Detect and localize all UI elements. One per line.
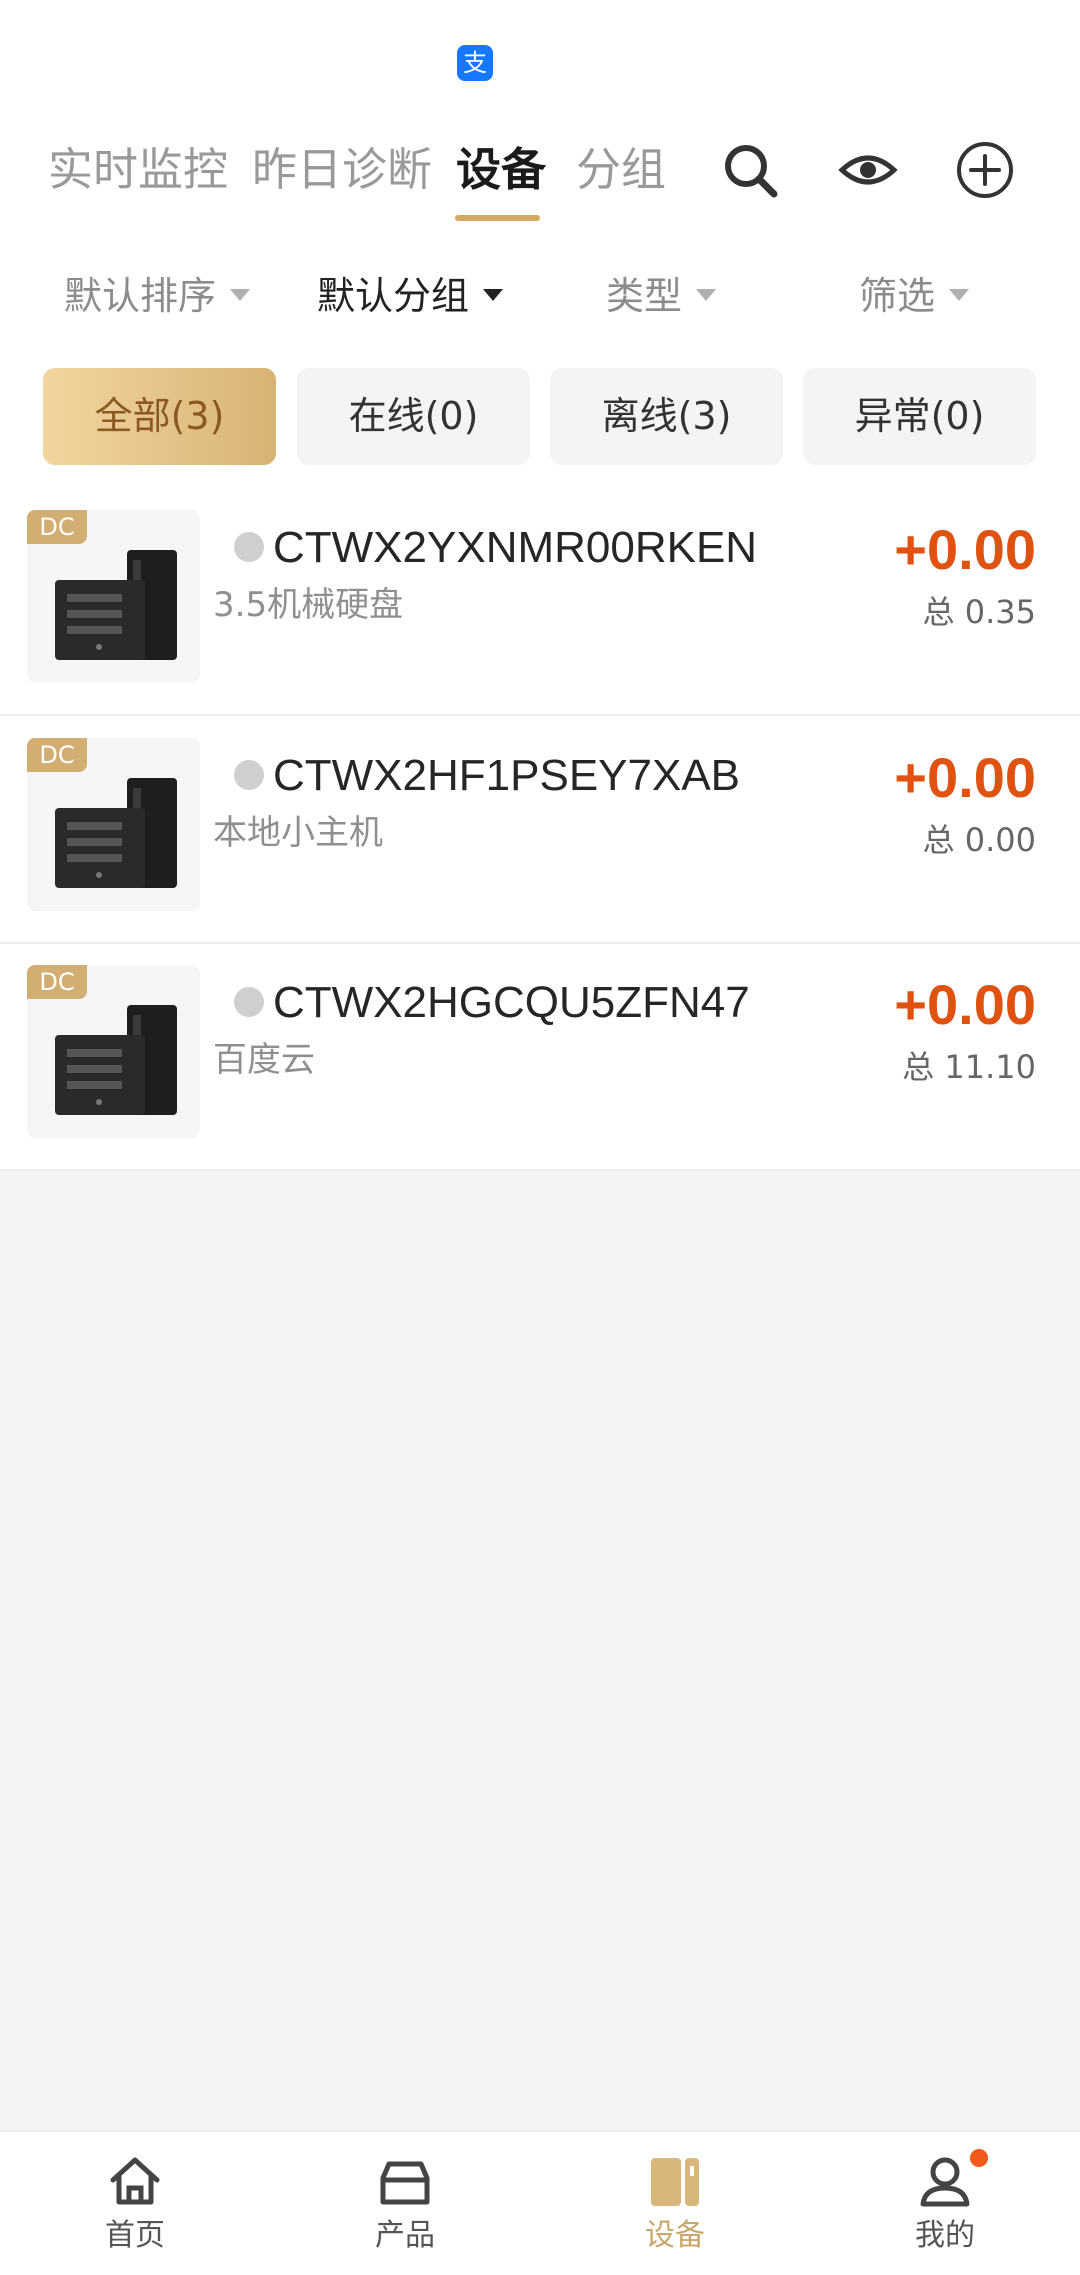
nav-home[interactable]: 首页 — [0, 2132, 270, 2275]
divider — [0, 714, 1080, 716]
device-row[interactable]: DC CTWX2HGCQU5ZFN47 百度云 +0.00 总 11.10 — [0, 945, 1080, 1171]
device-gain: +0.00 — [894, 973, 1036, 1036]
tab-yesterday-diagnosis[interactable]: 昨日诊断 — [252, 140, 432, 200]
active-tab-underline — [455, 215, 540, 221]
chevron-down-icon — [483, 288, 504, 301]
chevron-down-icon — [949, 288, 970, 301]
tab-groups[interactable]: 分组 — [576, 140, 666, 200]
offline-status-dot — [234, 532, 264, 562]
chevron-down-icon — [696, 288, 717, 301]
sort-type[interactable]: 类型 — [606, 268, 717, 324]
offline-status-dot — [234, 760, 264, 790]
sort-default-order[interactable]: 默认排序 — [64, 268, 251, 324]
device-subtitle: 本地小主机 — [213, 813, 383, 853]
offline-status-dot — [234, 987, 264, 1017]
dc-badge: DC — [27, 965, 87, 999]
sort-label: 默认排序 — [64, 274, 217, 318]
dc-badge: DC — [27, 738, 87, 772]
device-gain: +0.00 — [894, 746, 1036, 809]
divider — [0, 942, 1080, 944]
nav-label: 我的 — [915, 2218, 975, 2253]
device-name: CTWX2HGCQU5ZFN47 — [273, 978, 750, 1027]
divider — [0, 1169, 1080, 1171]
content-area: 支 实时监控 昨日诊断 设备 分组 默认排序 默认分组 类型 筛选 全部(3) … — [0, 0, 1080, 1171]
notification-dot — [970, 2149, 988, 2167]
nav-products[interactable]: 产品 — [270, 2132, 540, 2275]
chip-offline[interactable]: 离线(3) — [550, 368, 783, 465]
box-icon — [380, 2161, 430, 2205]
sort-label: 默认分组 — [317, 274, 470, 318]
add-circle-icon[interactable] — [955, 140, 1015, 200]
device-name: CTWX2HF1PSEY7XAB — [273, 751, 741, 800]
device-total: 总 11.10 — [902, 1048, 1036, 1086]
dc-badge: DC — [27, 510, 87, 544]
device-subtitle: 3.5机械硬盘 — [213, 585, 404, 625]
device-subtitle: 百度云 — [213, 1040, 315, 1080]
device-gain: +0.00 — [894, 518, 1036, 581]
device-thumbnail: DC — [27, 510, 200, 683]
alipay-logo-icon: 支 — [457, 45, 493, 81]
sort-default-group[interactable]: 默认分组 — [317, 268, 504, 324]
nav-profile[interactable]: 我的 — [810, 2132, 1080, 2275]
eye-icon[interactable] — [838, 140, 898, 200]
tab-realtime-monitor[interactable]: 实时监控 — [48, 140, 228, 200]
device-total: 总 0.00 — [922, 821, 1036, 859]
nav-label: 产品 — [375, 2218, 435, 2253]
sort-label: 筛选 — [859, 274, 936, 318]
sort-filter[interactable]: 筛选 — [859, 268, 970, 324]
nav-label: 首页 — [105, 2218, 165, 2253]
search-icon[interactable] — [720, 140, 780, 200]
profile-icon — [920, 2157, 970, 2207]
nav-label: 设备 — [645, 2218, 705, 2253]
sort-label: 类型 — [606, 274, 683, 318]
device-name: CTWX2YXNMR00RKEN — [273, 523, 758, 572]
device-row[interactable]: DC CTWX2YXNMR00RKEN 3.5机械硬盘 +0.00 总 0.35 — [0, 490, 1080, 716]
device-row[interactable]: DC CTWX2HF1PSEY7XAB 本地小主机 +0.00 总 0.00 — [0, 718, 1080, 944]
chevron-down-icon — [230, 288, 251, 301]
device-thumbnail: DC — [27, 738, 200, 911]
device-total: 总 0.35 — [922, 593, 1036, 631]
bottom-nav: 首页 产品 设备 我的 — [0, 2130, 1080, 2275]
device-thumbnail: DC — [27, 965, 200, 1138]
chip-abnormal[interactable]: 异常(0) — [803, 368, 1036, 465]
chip-online[interactable]: 在线(0) — [297, 368, 530, 465]
tab-devices[interactable]: 设备 — [456, 140, 546, 200]
device-icon — [651, 2158, 699, 2206]
chip-all[interactable]: 全部(3) — [43, 368, 276, 465]
home-icon — [110, 2157, 160, 2205]
nav-devices[interactable]: 设备 — [540, 2132, 810, 2275]
